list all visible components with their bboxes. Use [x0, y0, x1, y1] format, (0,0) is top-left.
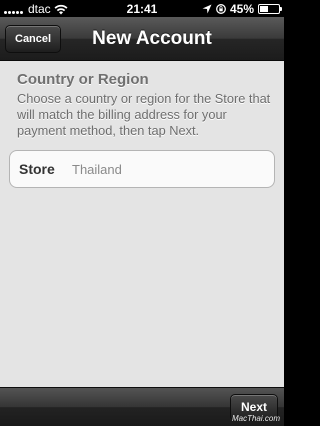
section-title: Country or Region: [17, 71, 149, 88]
watermark: MacThai.com: [231, 414, 280, 423]
store-value: Thailand: [72, 162, 122, 177]
rotation-lock-icon: [216, 4, 226, 14]
battery-fill: [260, 6, 269, 12]
status-bar: dtac 21:41 45%: [0, 0, 284, 17]
battery-percent: 45%: [229, 2, 254, 16]
cancel-button[interactable]: Cancel: [5, 25, 62, 53]
main-content: Country or Region Choose a country or re…: [0, 61, 284, 387]
store-field-row[interactable]: Store Thailand: [9, 150, 275, 188]
page-title: New Account: [92, 28, 212, 49]
battery-icon: [258, 4, 282, 14]
status-right: 45%: [202, 2, 282, 16]
store-label: Store: [19, 161, 55, 177]
bottom-toolbar: Next MacThai.com: [0, 387, 284, 426]
section-description: Choose a country or region for the Store…: [17, 91, 271, 138]
location-arrow-icon: [202, 4, 212, 14]
navigation-bar: Cancel New Account: [0, 17, 284, 61]
